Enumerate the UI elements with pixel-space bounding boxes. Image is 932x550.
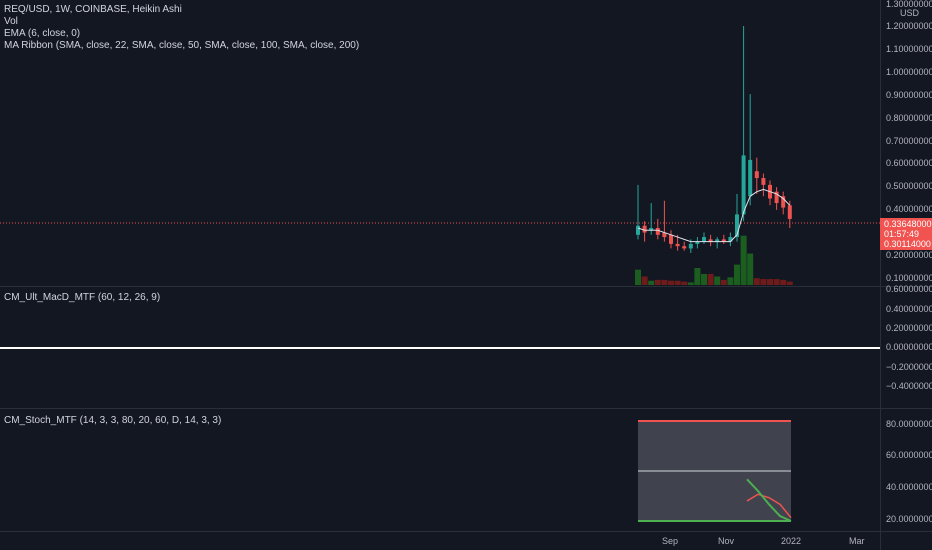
price-tick: 0.20000000 <box>886 250 932 260</box>
volume-bar <box>674 280 681 285</box>
price-tick: 0.80000000 <box>886 113 932 123</box>
candle-body <box>787 205 792 219</box>
volume-bar <box>720 279 727 285</box>
candle-body <box>688 243 693 249</box>
time-axis[interactable]: Sep Nov 2022 Mar <box>0 532 880 550</box>
time-tick-2022: 2022 <box>781 536 802 546</box>
volume-bar <box>694 268 701 285</box>
low-price-badge: 0.30114000 <box>880 238 932 250</box>
price-tick: 1.20000000 <box>886 21 932 31</box>
stoch-tick: 80.00000000 <box>886 419 932 429</box>
candle-body <box>642 225 647 233</box>
volume-bar <box>780 279 787 285</box>
candle-body <box>669 234 673 244</box>
ema-line <box>637 188 791 243</box>
time-tick-nov: Nov <box>718 536 735 546</box>
volume-bar <box>786 281 793 285</box>
volume-bar <box>714 276 721 285</box>
volume-bar <box>767 279 773 285</box>
volume-bar <box>734 264 740 285</box>
price-tick: 1.10000000 <box>886 44 932 54</box>
stoch-chart <box>638 420 792 522</box>
volume-bar <box>760 279 767 285</box>
volume-bar <box>727 277 734 285</box>
price-tick: 0.10000000 <box>886 273 932 283</box>
volume-bar <box>648 280 655 285</box>
vol-indicator-label[interactable]: Vol <box>4 16 359 28</box>
macd-legend[interactable]: CM_Ult_MacD_MTF (60, 12, 26, 9) <box>4 292 160 304</box>
price-tick: 0.40000000 <box>886 204 932 214</box>
volume-bar <box>687 282 694 285</box>
current-price-badge: 0.33648000 01:57:49 <box>880 218 932 240</box>
macd-tick: −0.20000000 <box>886 362 932 372</box>
volume-bar <box>668 280 674 285</box>
macd-tick: −0.40000000 <box>886 381 932 391</box>
candle-body <box>675 243 680 247</box>
macd-tick: 0.40000000 <box>886 304 932 314</box>
symbol-title[interactable]: REQ/USD, 1W, COINBASE, Heikin Ashi <box>4 4 359 16</box>
candle-body <box>636 225 640 235</box>
candle-body <box>748 159 753 197</box>
volume-bars <box>635 235 793 285</box>
macd-tick: 0.60000000 <box>886 284 932 294</box>
volume-bar <box>641 276 648 285</box>
current-price-value: 0.33648000 <box>884 219 932 229</box>
volume-bar <box>654 279 661 285</box>
volume-bar <box>707 273 714 285</box>
price-pane[interactable]: REQ/USD, 1W, COINBASE, Heikin Ashi Vol E… <box>0 0 880 286</box>
price-tick: 0.70000000 <box>886 136 932 146</box>
volume-bar <box>747 253 754 285</box>
stoch-tick: 40.00000000 <box>886 482 932 492</box>
volume-bar <box>773 279 780 285</box>
candles <box>636 25 792 253</box>
macd-tick: 0.20000000 <box>886 323 932 333</box>
volume-bar <box>701 273 707 285</box>
price-tick: 0.60000000 <box>886 158 932 168</box>
candle-body <box>754 171 759 179</box>
macd-tick: 0.00000000 <box>886 342 932 352</box>
candle-body <box>682 246 687 249</box>
volume-bar <box>681 281 688 285</box>
volume-bar <box>753 278 760 285</box>
price-tick: 0.90000000 <box>886 90 932 100</box>
macd-zero-line <box>0 347 880 349</box>
time-tick-sep: Sep <box>662 536 679 546</box>
time-tick-mar: Mar <box>849 536 865 546</box>
volume-bar <box>740 235 747 285</box>
stoch-tick: 60.00000000 <box>886 450 932 460</box>
price-tick: 0.50000000 <box>886 181 932 191</box>
ma-ribbon-indicator-label[interactable]: MA Ribbon (SMA, close, 22, SMA, close, 5… <box>4 40 359 52</box>
macd-axis[interactable]: 0.60000000 0.40000000 0.20000000 0.00000… <box>880 284 932 407</box>
volume-bar <box>635 269 641 285</box>
stoch-axis[interactable]: 80.00000000 60.00000000 40.00000000 20.0… <box>880 409 932 531</box>
currency-label[interactable]: USD <box>900 8 919 18</box>
candle-body <box>761 178 766 185</box>
low-price-value: 0.30114000 <box>884 239 931 249</box>
stoch-pane[interactable]: CM_Stoch_MTF (14, 3, 3, 80, 20, 60, D, 1… <box>0 409 880 531</box>
volume-bar <box>661 279 668 285</box>
stoch-tick: 20.00000000 <box>886 514 932 524</box>
candle-body <box>741 155 746 215</box>
main-legend: REQ/USD, 1W, COINBASE, Heikin Ashi Vol E… <box>4 4 359 52</box>
candle-body <box>655 228 660 235</box>
price-tick: 1.00000000 <box>886 67 932 77</box>
ema-indicator-label[interactable]: EMA (6, close, 0) <box>4 28 359 40</box>
candle-body <box>702 237 706 242</box>
